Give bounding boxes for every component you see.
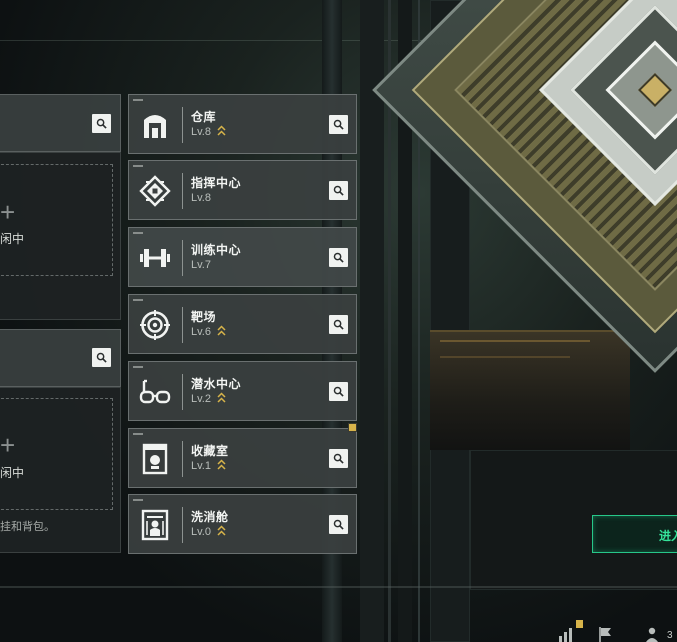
search-icon xyxy=(333,185,344,196)
card-corner-mark xyxy=(133,366,143,368)
left-panel-header xyxy=(0,94,121,152)
upgrade-arrow-icon xyxy=(217,392,226,403)
dumbbell-icon xyxy=(138,241,172,275)
facility-level: Lv.8 xyxy=(191,192,211,204)
facility-card-training-center[interactable]: 训练中心 Lv.7 xyxy=(128,227,357,287)
facility-name: 训练中心 xyxy=(191,243,242,257)
card-divider xyxy=(182,173,183,209)
facility-name: 仓库 xyxy=(191,110,217,124)
facility-card-warehouse[interactable]: 仓库 Lv.8 xyxy=(128,94,357,154)
search-icon xyxy=(333,519,344,530)
player-count: 3 xyxy=(667,630,673,641)
search-button[interactable] xyxy=(329,248,348,267)
empty-slot[interactable] xyxy=(0,398,113,510)
notice-badge xyxy=(348,423,357,432)
search-icon xyxy=(333,119,344,130)
diving-goggles-icon xyxy=(138,375,172,409)
card-corner-mark xyxy=(133,299,143,301)
card-divider xyxy=(182,374,183,410)
empty-slot[interactable] xyxy=(0,164,113,276)
upgrade-arrow-icon xyxy=(217,125,226,136)
facility-name: 靶场 xyxy=(191,310,217,324)
facility-name: 洗消舱 xyxy=(191,510,229,524)
search-icon xyxy=(333,252,344,263)
search-button[interactable] xyxy=(329,315,348,334)
facility-card-collection-room[interactable]: 收藏室 Lv.1 xyxy=(128,423,357,488)
tray-notice-badge xyxy=(576,620,583,628)
search-button[interactable] xyxy=(329,515,348,534)
card-corner-mark xyxy=(133,165,143,167)
facility-level: Lv.7 xyxy=(191,259,211,271)
scene-rail xyxy=(440,356,570,358)
search-button[interactable] xyxy=(329,115,348,134)
card-corner-mark xyxy=(133,433,143,435)
facility-card-decontamination-pod[interactable]: 洗消舱 Lv.0 xyxy=(128,494,357,554)
upgrade-arrow-icon xyxy=(217,459,226,470)
bottom-divider xyxy=(0,586,677,588)
card-divider xyxy=(182,240,183,276)
scene-rail xyxy=(440,340,590,342)
search-icon xyxy=(96,352,107,363)
facility-name: 收藏室 xyxy=(191,444,229,458)
card-divider xyxy=(182,507,183,543)
command-center-icon xyxy=(138,174,172,208)
signal-bars-icon[interactable] xyxy=(558,626,574,642)
warehouse-icon xyxy=(138,108,172,142)
card-divider xyxy=(182,307,183,343)
search-icon xyxy=(333,386,344,397)
enter-button[interactable]: 进入 xyxy=(592,515,677,553)
collection-room-icon xyxy=(138,442,172,476)
flag-icon[interactable] xyxy=(598,626,614,642)
plus-icon: + xyxy=(0,197,16,227)
facility-level: Lv.1 xyxy=(191,460,211,472)
enter-button-label: 进入 xyxy=(659,529,677,543)
search-button[interactable] xyxy=(329,449,348,468)
facility-card-shooting-range[interactable]: 靶场 Lv.6 xyxy=(128,294,357,354)
card-divider xyxy=(182,441,183,477)
left-panel-body: + 闲中 xyxy=(0,152,121,320)
card-divider xyxy=(182,107,183,143)
facility-level: Lv.6 xyxy=(191,326,211,338)
target-icon xyxy=(138,308,172,342)
upgrade-arrow-icon xyxy=(217,525,226,536)
search-button[interactable] xyxy=(92,348,111,367)
facility-level: Lv.8 xyxy=(191,126,211,138)
search-icon xyxy=(333,453,344,464)
card-corner-mark xyxy=(133,99,143,101)
left-panel-header xyxy=(0,329,121,387)
facility-level: Lv.0 xyxy=(191,526,211,538)
search-button[interactable] xyxy=(329,382,348,401)
card-corner-mark xyxy=(133,232,143,234)
search-icon xyxy=(333,319,344,330)
facility-name: 指挥中心 xyxy=(191,176,242,190)
players-icon[interactable] xyxy=(646,626,662,642)
decontamination-pod-icon xyxy=(138,508,172,542)
card-corner-mark xyxy=(133,499,143,501)
search-button[interactable] xyxy=(92,114,111,133)
search-icon xyxy=(96,118,107,129)
search-button[interactable] xyxy=(329,181,348,200)
facility-level: Lv.2 xyxy=(191,393,211,405)
upgrade-arrow-icon xyxy=(217,325,226,336)
plus-icon: + xyxy=(0,430,16,460)
idle-status-label: 闲中 xyxy=(0,232,25,246)
idle-status-label: 闲中 xyxy=(0,466,25,480)
hint-text: 挂和背包。 xyxy=(0,521,55,533)
facility-name: 潜水中心 xyxy=(191,377,242,391)
facility-card-command-center[interactable]: 指挥中心 Lv.8 xyxy=(128,160,357,220)
facility-card-diving-center[interactable]: 潜水中心 Lv.2 xyxy=(128,361,357,421)
scene-machinery xyxy=(430,330,630,450)
